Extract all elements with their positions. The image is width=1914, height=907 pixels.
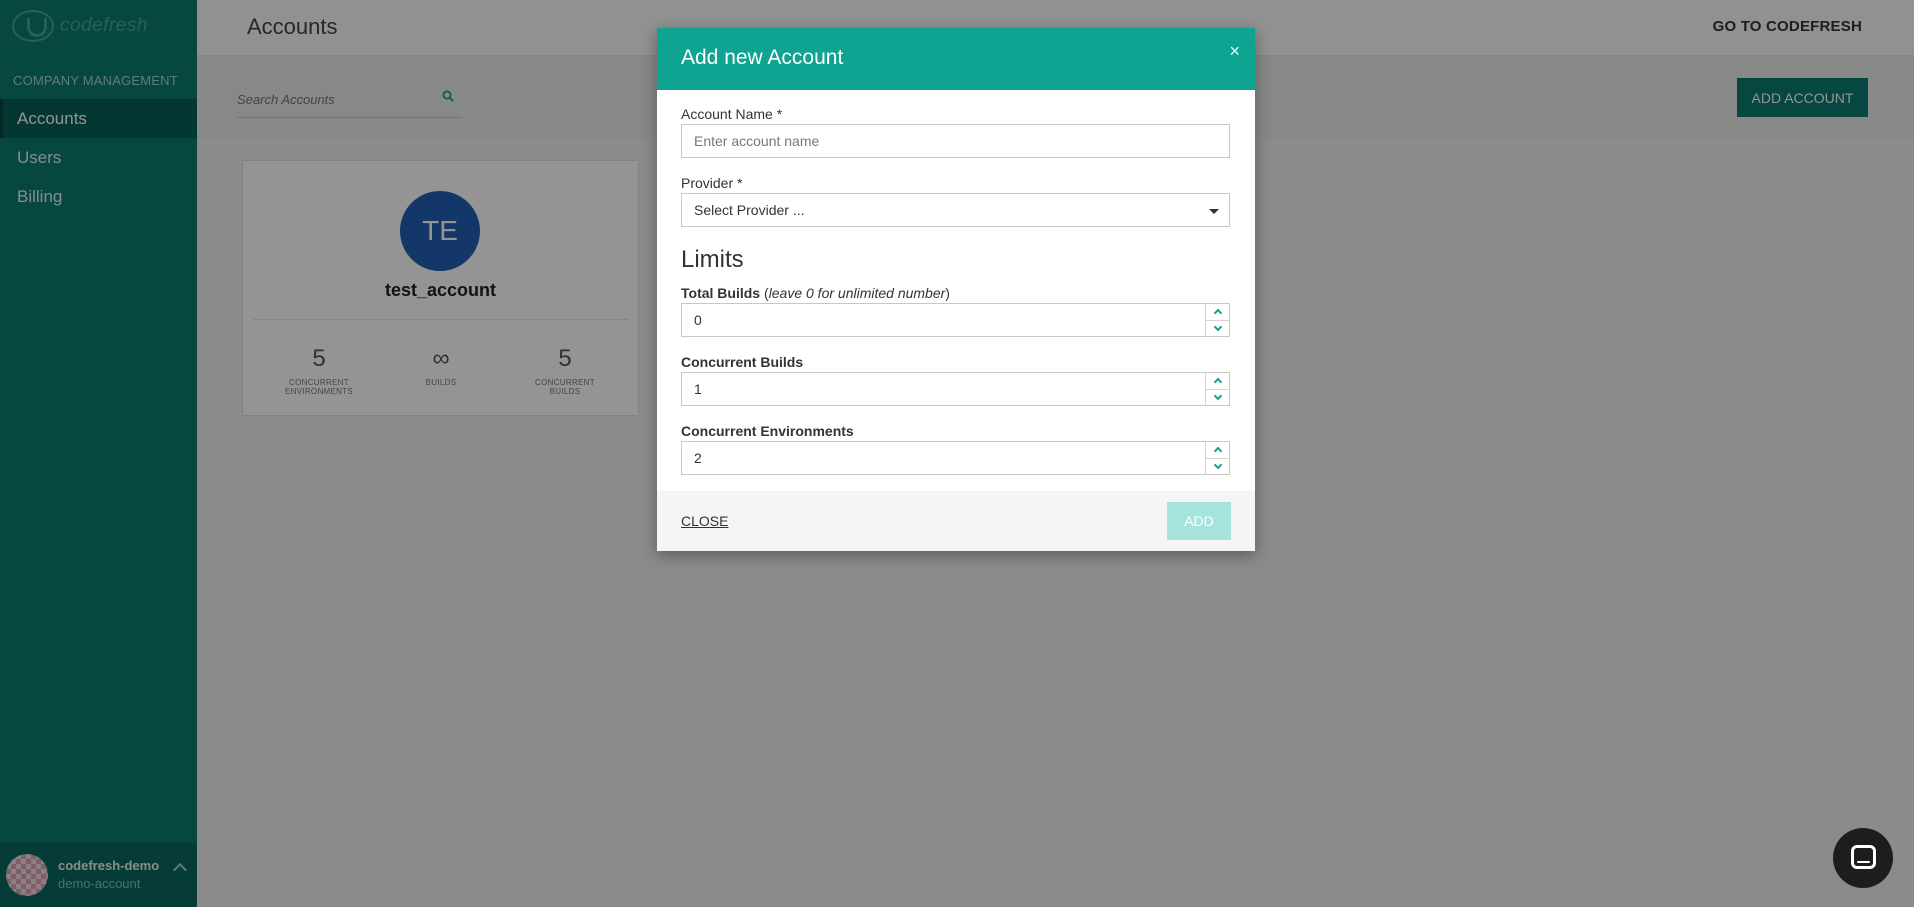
close-icon[interactable]: × xyxy=(1229,41,1240,61)
close-button[interactable]: CLOSE xyxy=(681,513,728,529)
concurrent-environments-spinner xyxy=(1205,442,1229,474)
decrement-button[interactable] xyxy=(1206,389,1229,405)
modal-title: Add new Account xyxy=(681,46,844,69)
concurrent-environments-label: Concurrent Environments xyxy=(681,423,854,439)
provider-select[interactable]: Select Provider ... xyxy=(681,193,1230,227)
increment-button[interactable] xyxy=(1206,304,1229,320)
total-builds-value: 0 xyxy=(694,312,702,328)
provider-label: Provider * xyxy=(681,175,743,191)
chat-icon xyxy=(1851,845,1876,869)
chevron-down-icon xyxy=(1213,460,1223,470)
account-name-input[interactable] xyxy=(681,124,1230,158)
increment-button[interactable] xyxy=(1206,442,1229,458)
total-builds-input[interactable]: 0 xyxy=(681,303,1230,337)
limits-heading: Limits xyxy=(681,246,744,273)
add-account-modal: Add new Account × Account Name * Provide… xyxy=(657,28,1255,551)
chevron-down-icon xyxy=(1213,322,1223,332)
chevron-down-icon xyxy=(1213,391,1223,401)
caret-down-icon xyxy=(1209,209,1219,214)
concurrent-builds-input[interactable]: 1 xyxy=(681,372,1230,406)
provider-selected-value: Select Provider ... xyxy=(694,202,805,218)
concurrent-builds-spinner xyxy=(1205,373,1229,405)
add-button[interactable]: ADD xyxy=(1167,502,1231,540)
chevron-up-icon xyxy=(1213,446,1223,456)
chat-launcher-button[interactable] xyxy=(1833,828,1893,888)
total-builds-spinner xyxy=(1205,304,1229,336)
concurrent-builds-label: Concurrent Builds xyxy=(681,354,804,370)
modal-footer: CLOSE ADD xyxy=(657,491,1255,551)
concurrent-environments-input[interactable]: 2 xyxy=(681,441,1230,475)
chevron-up-icon xyxy=(1213,308,1223,318)
decrement-button[interactable] xyxy=(1206,320,1229,336)
concurrent-environments-value: 2 xyxy=(694,450,702,466)
decrement-button[interactable] xyxy=(1206,458,1229,474)
total-builds-label: Total Builds (leave 0 for unlimited numb… xyxy=(681,285,950,301)
concurrent-builds-value: 1 xyxy=(694,381,702,397)
modal-header: Add new Account × xyxy=(657,28,1255,90)
increment-button[interactable] xyxy=(1206,373,1229,389)
chevron-up-icon xyxy=(1213,377,1223,387)
account-name-label: Account Name * xyxy=(681,106,783,122)
